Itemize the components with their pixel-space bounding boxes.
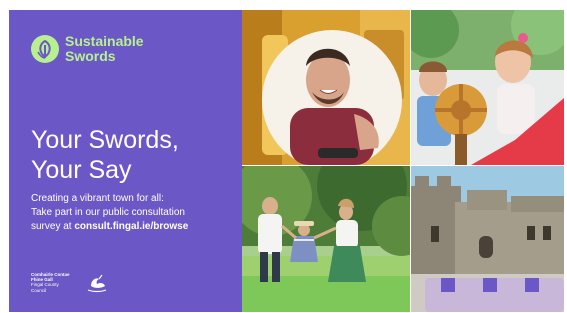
consultation-link[interactable]: consult.fingal.ie/browse [74, 221, 188, 232]
leaf-pen-icon [31, 35, 59, 63]
brand-line-1: Sustainable [65, 33, 144, 49]
council-line-4: Council [31, 287, 47, 293]
subtext-line-1: Creating a vibrant town for all: [31, 193, 164, 204]
headline: Your Swords, Your Say [31, 125, 231, 185]
subtext-line-2: Take part in our public consultation [31, 207, 185, 218]
brand-line-2: Swords [65, 48, 116, 64]
council-branding: Comhairle Contae Fhine Gall Fingal Count… [31, 272, 109, 299]
brand: Sustainable Swords [31, 34, 144, 64]
fingal-swan-logo [85, 272, 109, 299]
subtext-prefix: survey at [31, 221, 75, 232]
headline-line-2: Your Say [31, 156, 132, 184]
subtext: Creating a vibrant town for all: Take pa… [31, 192, 236, 234]
council-name: Comhairle Contae Fhine Gall Fingal Count… [31, 272, 79, 293]
headline-line-1: Your Swords, [31, 126, 179, 154]
photo-swords-castle [411, 166, 564, 312]
info-panel: Sustainable Swords Your Swords, Your Say… [9, 10, 242, 312]
photo-man-smiling [242, 10, 410, 165]
banner: Sustainable Swords Your Swords, Your Say… [9, 10, 564, 312]
photo-family-walking [242, 166, 410, 312]
brand-name: Sustainable Swords [65, 34, 144, 64]
subtext-line-3: survey at consult.fingal.ie/browse [31, 220, 236, 234]
photo-children-playground [411, 10, 564, 165]
